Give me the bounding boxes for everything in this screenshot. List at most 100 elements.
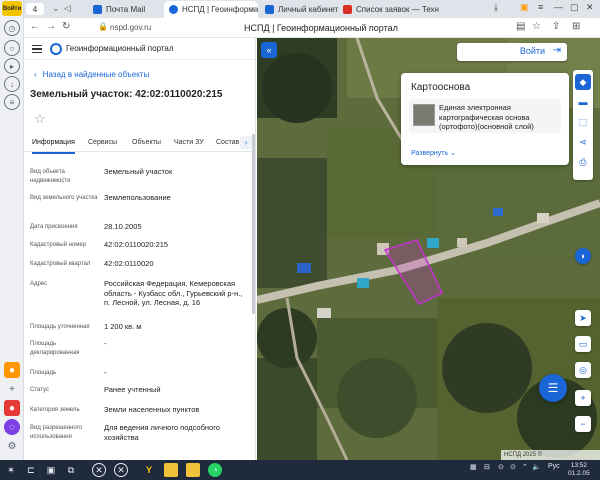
map-view[interactable]: « Войти ⇥ ◆ ▬ ⬚ ⋖ ⎙ Картооснова Единая э… — [257, 38, 600, 460]
property-value: Земельный участок — [104, 167, 173, 176]
tab-mail-title: Почта Mail — [106, 5, 146, 14]
login-icon: ⇥ — [552, 45, 561, 56]
favorite-star-icon[interactable]: ☆ — [34, 111, 46, 127]
reload-icon[interactable]: ↻ — [62, 21, 70, 32]
play-icon[interactable]: ▸ — [4, 58, 20, 74]
tab-composition[interactable]: Состав — [216, 134, 239, 152]
property-label: Дата присвоения — [30, 224, 78, 230]
address-bar: ← → ↻ 🔒 nspd.gov.ru НСПД | Геоинформацио… — [24, 18, 600, 38]
tab-information[interactable]: Информация — [32, 134, 75, 154]
layers-icon[interactable]: ◆ — [575, 74, 591, 90]
bookmark-star-icon[interactable]: ☆ — [532, 21, 541, 32]
tab-requests[interactable]: Список заявок — Техн — [338, 1, 458, 18]
zoom-out-button[interactable]: − — [575, 416, 591, 432]
tray-icon-3[interactable]: ⊙ — [498, 463, 504, 471]
app-close-icon-2[interactable]: ✕ — [114, 463, 128, 477]
navigate-icon[interactable]: ➤ — [575, 310, 591, 326]
ruler-icon[interactable]: ▬ — [575, 94, 591, 110]
tray-chevron-icon[interactable]: ⌃ — [522, 463, 528, 471]
map-tools: ◆ ▬ ⬚ ⋖ ⎙ — [573, 70, 593, 180]
yandex-login-button[interactable]: Войти — [2, 1, 22, 16]
tab-close-icon[interactable]: × — [250, 1, 255, 18]
object-tabs: Информация Сервисы Объекты Части ЗУ Сост… — [24, 134, 255, 154]
sidebar-settings-icon[interactable]: ⚙ — [4, 438, 20, 454]
explorer-icon[interactable]: ▣ — [44, 463, 58, 477]
basemap-card: Картооснова Единая электронная картограф… — [401, 73, 569, 165]
tab-services[interactable]: Сервисы — [88, 134, 117, 152]
tray-icon-2[interactable]: ⊟ — [484, 463, 490, 471]
forward-arrow-icon[interactable]: → — [46, 21, 56, 32]
clock-time: 13:52 — [570, 462, 587, 469]
downloads-icon[interactable]: ↓ — [4, 76, 20, 92]
collapse-panel-button[interactable]: « — [261, 42, 277, 58]
geolocation-icon[interactable]: ◎ — [575, 362, 591, 378]
whatsapp-icon[interactable]: ◔ — [208, 463, 222, 477]
panel-scrollbar[interactable] — [252, 134, 255, 314]
tray-icon-1[interactable]: ▦ — [470, 463, 477, 471]
alice-icon[interactable]: ◌ — [4, 419, 20, 435]
folder-copy-icon[interactable]: ⧉ — [64, 463, 78, 477]
portal-title: Геоинформационный портал — [66, 44, 174, 53]
download-icon[interactable]: ⤓ — [494, 2, 498, 13]
taskview-icon[interactable]: ⊏ — [24, 463, 38, 477]
map-login-label: Войти — [519, 46, 545, 56]
chat-bubble-icon[interactable]: ☰ — [539, 374, 567, 402]
basemap-thumbnail — [413, 104, 435, 126]
extensions-icon[interactable]: ⊞ — [572, 21, 580, 32]
start-icon[interactable]: ✶ — [4, 463, 18, 477]
minimize-icon[interactable]: — — [554, 2, 563, 12]
basemap-item[interactable]: Единая электронная картографическая осно… — [409, 99, 561, 133]
maximize-icon[interactable]: ▢ — [570, 2, 579, 13]
bookmarks-icon[interactable]: ▣ — [520, 2, 529, 13]
property-value: - — [104, 368, 107, 377]
tab-cabinet[interactable]: Личный кабинет — [260, 1, 350, 18]
measure-icon[interactable]: ▭ — [575, 336, 591, 352]
menu-icon[interactable]: ≡ — [538, 2, 543, 12]
history-icon[interactable]: ◷ — [4, 20, 20, 36]
tab-nspd-title: НСПД | Геоинформа — [182, 5, 258, 14]
panel-header: Геоинформационный портал — [24, 38, 255, 60]
language-indicator[interactable]: Рус — [548, 463, 560, 470]
tab-strip: 4 ⌄ ◁ Почта Mail НСПД | Геоинформа × Лич… — [24, 0, 600, 18]
property-label: Статус — [30, 387, 49, 393]
app-icon-red[interactable]: ● — [4, 400, 20, 416]
property-value: 42:02:0110020:215 — [104, 240, 169, 249]
volume-icon[interactable]: 🔈 — [532, 463, 541, 471]
tabs-back-icon[interactable]: ◁ — [64, 3, 71, 14]
tab-menu-icon[interactable]: ⌄ — [52, 3, 60, 14]
gosuslugi-icon[interactable]: ◗ — [575, 248, 591, 264]
clock[interactable]: 13:52 01.2.05 — [568, 462, 590, 477]
folder-icon-2[interactable] — [186, 463, 200, 477]
yandex-browser-icon[interactable]: Y — [142, 463, 156, 477]
map-login-button[interactable]: Войти ⇥ — [457, 43, 567, 61]
menu-burger-icon[interactable] — [32, 45, 42, 53]
url-field[interactable]: nspd.gov.ru — [110, 21, 240, 35]
close-window-icon[interactable]: ✕ — [586, 2, 594, 13]
tab-objects[interactable]: Объекты — [132, 134, 161, 152]
property-label: Адрес — [30, 281, 48, 287]
tabs-next-button[interactable]: › — [240, 136, 252, 149]
expand-link[interactable]: Развернуть ⌄ — [411, 149, 456, 157]
share-icon[interactable]: ⇪ — [552, 21, 560, 32]
back-to-results-link[interactable]: ‹ Назад в найденные объекты — [34, 70, 149, 79]
app-icon-orange[interactable]: ● — [4, 362, 20, 378]
tab-count-badge[interactable]: 4 — [26, 3, 44, 15]
property-value: 42:02:0110020 — [104, 259, 154, 268]
property-value: Ранее учтенный — [104, 385, 161, 394]
back-arrow-icon[interactable]: ← — [30, 21, 40, 32]
app-close-icon[interactable]: ✕ — [92, 463, 106, 477]
dialogs-icon[interactable]: ○ — [4, 40, 20, 56]
print-icon[interactable]: ⎙ — [575, 154, 591, 170]
zoom-in-button[interactable]: + — [575, 390, 591, 406]
add-icon[interactable]: + — [4, 381, 20, 397]
tab-nspd[interactable]: НСПД | Геоинформа × — [164, 1, 258, 18]
folder-icon[interactable] — [164, 463, 178, 477]
tab-parts[interactable]: Части ЗУ — [174, 134, 204, 152]
property-value: Земли населенных пунктов — [104, 405, 200, 414]
share-map-icon[interactable]: ⋖ — [575, 134, 591, 150]
reader-icon[interactable]: ▤ — [516, 21, 525, 32]
select-area-icon[interactable]: ⬚ — [575, 114, 591, 130]
tray-icon-4[interactable]: ⊙ — [510, 463, 516, 471]
notes-icon[interactable]: ≡ — [4, 94, 20, 110]
tab-cabinet-title: Личный кабинет — [278, 5, 339, 14]
